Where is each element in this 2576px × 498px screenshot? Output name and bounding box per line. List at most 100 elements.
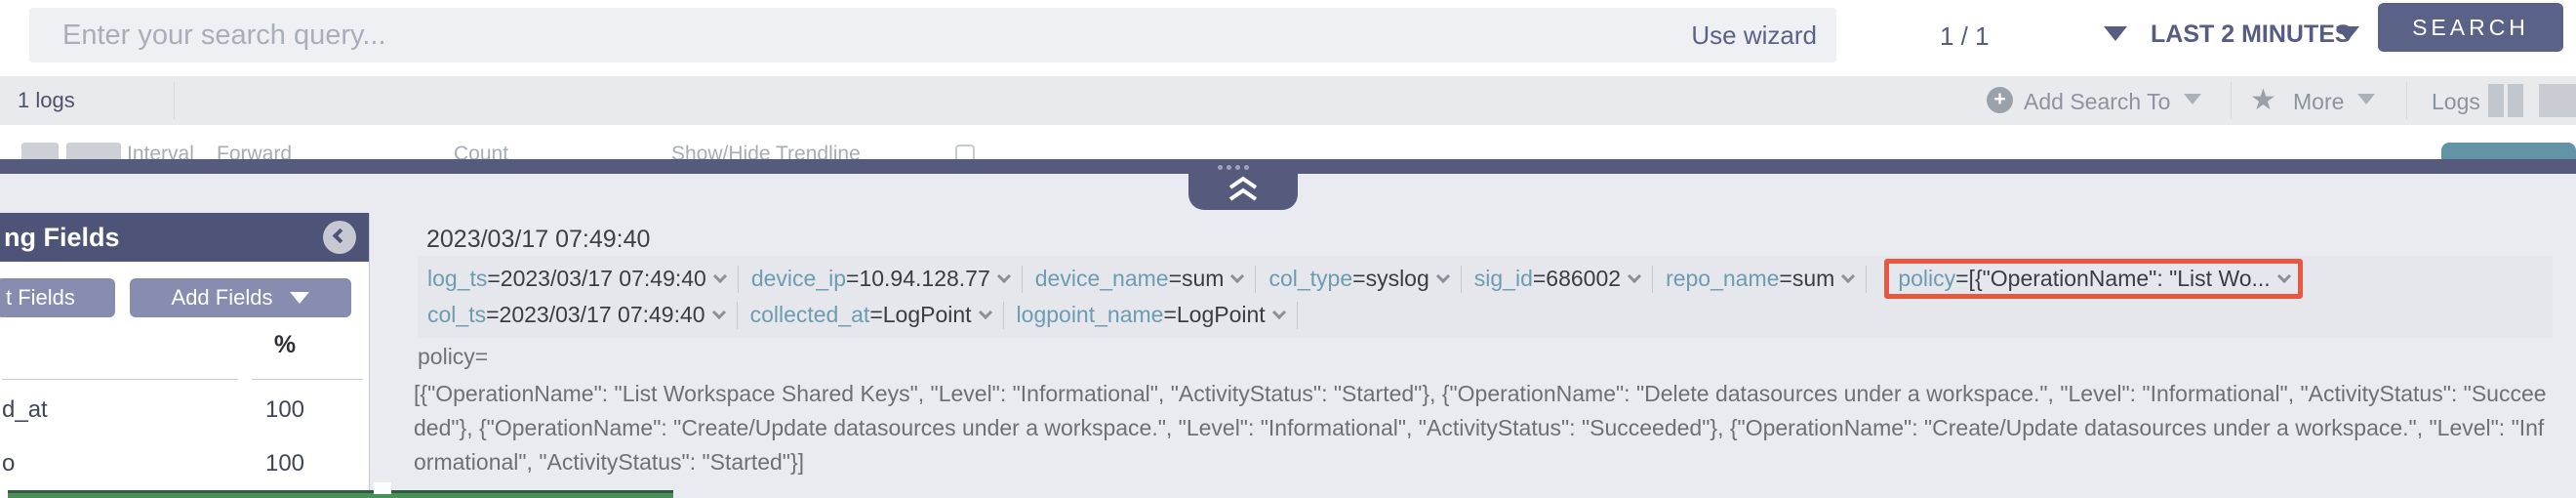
field-value: =LogPoint: [869, 302, 971, 328]
token-divider: [738, 266, 739, 293]
star-icon[interactable]: ★: [2250, 83, 2276, 117]
field-name: log_ts: [427, 266, 487, 292]
search-button[interactable]: SEARCH: [2378, 3, 2563, 52]
scrollbar-corner: [374, 482, 391, 494]
interesting-fields-panel: ng Fields t Fields Add Fields % d_at100o…: [0, 213, 370, 498]
log-fields-row-2: col_ts=2023/03/17 07:49:40collected_at=L…: [427, 297, 2543, 333]
chevron-down-icon[interactable]: [713, 269, 727, 282]
token-divider: [1022, 266, 1023, 293]
field-value: =[{"OperationName": "List Wo...: [1955, 266, 2271, 292]
green-highlight-bar: [8, 490, 673, 498]
field-list-percent: 100: [256, 450, 314, 477]
logpoint-search-view: Use wizard 1 / 1 LAST 2 MINUTES SEARCH 1…: [0, 0, 2576, 498]
policy-field-label: policy=: [418, 344, 488, 370]
search-box: Use wizard: [29, 8, 1836, 62]
token-divider: [1003, 302, 1004, 329]
token-divider: [737, 302, 738, 329]
policy-field-value: [{"OperationName": "List Workspace Share…: [414, 377, 2553, 479]
collapse-bar: [0, 159, 2576, 174]
use-wizard-link[interactable]: Use wizard: [1691, 21, 1817, 51]
log-timestamp: 2023/03/17 07:49:40: [426, 226, 650, 254]
field-value: =2023/03/17 07:49:40: [487, 266, 705, 292]
chevron-down-icon[interactable]: [997, 269, 1011, 282]
time-range-selector[interactable]: LAST 2 MINUTES: [2151, 21, 2352, 49]
double-chevron-up-icon: [1226, 175, 1261, 202]
log-fields-row-1: log_ts=2023/03/17 07:49:40 device_ip=10.9…: [427, 261, 2543, 297]
more-dropdown-icon[interactable]: [2357, 94, 2375, 104]
chart-type-icon[interactable]: [66, 143, 121, 159]
pager-dropdown-icon[interactable]: [2104, 26, 2127, 41]
chevron-down-icon[interactable]: [1272, 305, 1286, 318]
chevron-down-icon[interactable]: [711, 305, 725, 318]
collapse-panel-button[interactable]: [323, 221, 356, 254]
field-list-name[interactable]: o: [2, 450, 15, 477]
field-list-percent: 100: [256, 396, 314, 424]
field-value: =syslog: [1352, 266, 1429, 292]
field-name: device_ip: [751, 266, 846, 292]
log-field-token-repo_name[interactable]: repo_name=sum: [1666, 266, 1853, 292]
fields-panel-title: ng Fields: [4, 213, 120, 262]
field-name: collected_at: [750, 302, 870, 328]
log-field-token-col_ts[interactable]: col_ts=2023/03/17 07:49:40: [427, 302, 724, 328]
field-name: col_ts: [427, 302, 486, 328]
log-field-token-logpoint_name[interactable]: logpoint_name=LogPoint: [1017, 302, 1284, 328]
field-value: =10.94.128.77: [846, 266, 990, 292]
add-search-to-dropdown-icon[interactable]: [2184, 94, 2201, 104]
column-view-toggle-icon[interactable]: [2488, 84, 2527, 117]
field-name: sig_id: [1474, 266, 1533, 292]
field-name: repo_name: [1666, 266, 1779, 292]
field-list-row[interactable]: o 100: [0, 442, 369, 496]
token-divider: [1652, 266, 1653, 293]
log-field-token-device_name[interactable]: device_name=sum: [1035, 266, 1243, 292]
log-entry-area: 2023/03/17 07:49:40 log_ts=2023/03/17 07…: [0, 174, 2576, 498]
field-list-name[interactable]: d_at: [2, 396, 48, 424]
field-list-row[interactable]: d_at 100: [0, 389, 369, 442]
log-field-token-device_ip[interactable]: device_ip=10.94.128.77: [751, 266, 1009, 292]
token-divider: [1866, 266, 1867, 293]
results-toolbar: 1 logs + Add Search To ★ More Logs: [0, 76, 2576, 125]
grid-view-toggle-icon[interactable]: [2539, 84, 2576, 117]
column-divider: [252, 379, 363, 380]
log-field-token-policy[interactable]: policy=[{"OperationName": "List Wo...: [1884, 259, 2302, 299]
histogram-control-fragment[interactable]: Forward: [217, 143, 292, 159]
partially-hidden-button[interactable]: [2441, 143, 2576, 159]
chevron-down-icon[interactable]: [1628, 269, 1641, 282]
fields-panel-header: ng Fields: [0, 213, 369, 262]
token-divider: [1297, 302, 1298, 329]
toolbar-divider: [174, 82, 175, 119]
chevron-down-icon[interactable]: [1436, 269, 1450, 282]
log-field-token-collected_at[interactable]: collected_at=LogPoint: [750, 302, 990, 328]
drag-handle-icon[interactable]: [1218, 164, 1259, 171]
histogram-control-fragment[interactable]: Show/Hide Trendline: [671, 143, 861, 159]
chevron-down-icon[interactable]: [978, 305, 991, 318]
field-value: =686002: [1533, 266, 1621, 292]
chevron-down-icon[interactable]: [1841, 269, 1855, 282]
toolbar-divider: [2231, 82, 2232, 119]
field-name: col_type: [1268, 266, 1352, 292]
histogram-icon[interactable]: [21, 143, 59, 159]
chevron-down-icon[interactable]: [1230, 269, 1244, 282]
field-value: =LogPoint: [1163, 302, 1265, 328]
chevron-left-icon: [333, 228, 348, 244]
add-fields-button[interactable]: Add Fields: [130, 278, 351, 317]
plus-circle-icon[interactable]: +: [1987, 87, 2013, 113]
log-field-token-col_type[interactable]: col_type=syslog: [1268, 266, 1447, 292]
trendline-checkbox[interactable]: [955, 145, 975, 159]
chevron-down-icon[interactable]: [2277, 269, 2291, 282]
histogram-control-fragment[interactable]: Interval: [127, 143, 194, 159]
field-value: =sum: [1169, 266, 1225, 292]
search-input[interactable]: [29, 8, 1836, 62]
log-field-token-sig_id[interactable]: sig_id=686002: [1474, 266, 1639, 292]
page-indicator: 1 / 1: [1940, 21, 1990, 52]
histogram-controls-strip: Interval Forward Count Show/Hide Trendline: [0, 125, 2576, 159]
add-fields-label: Add Fields: [172, 278, 273, 317]
log-field-token-log_ts[interactable]: log_ts=2023/03/17 07:49:40: [427, 266, 725, 292]
toolbar-divider: [2406, 82, 2407, 119]
select-fields-button[interactable]: t Fields: [0, 278, 115, 317]
histogram-control-fragment[interactable]: Count: [454, 143, 508, 159]
logs-view-label: Logs: [2432, 89, 2480, 115]
field-name: device_name: [1035, 266, 1169, 292]
more-button[interactable]: More: [2293, 89, 2344, 115]
time-range-dropdown-icon[interactable]: [2336, 26, 2359, 41]
add-search-to-button[interactable]: Add Search To: [2024, 89, 2170, 115]
